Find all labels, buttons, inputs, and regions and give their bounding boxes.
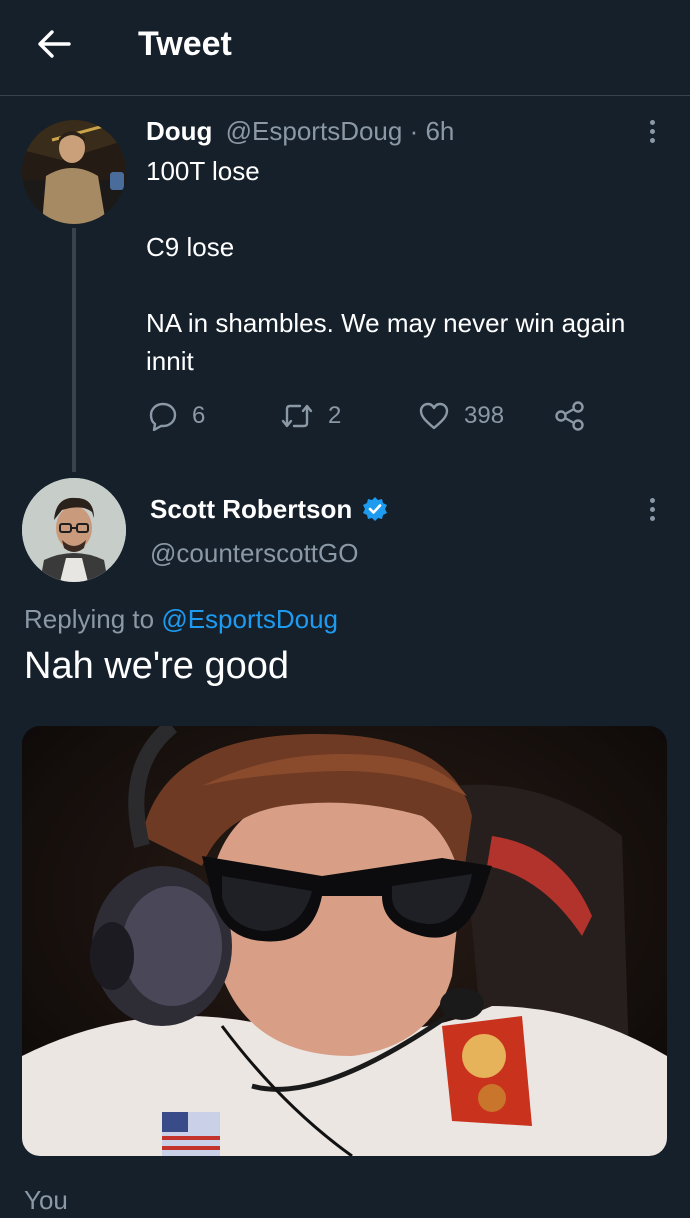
like-count: 398 [464, 402, 505, 429]
back-button[interactable] [30, 24, 78, 64]
retweet-icon [281, 404, 313, 428]
more-options-icon[interactable] [637, 113, 667, 149]
avatar-scott[interactable] [22, 478, 126, 582]
author-handle[interactable]: @EsportsDoug [226, 116, 403, 146]
replying-handle-link[interactable]: @EsportsDoug [161, 604, 338, 634]
timestamp[interactable]: 6h [425, 116, 454, 146]
retweet-button[interactable]: 2 [280, 396, 341, 436]
verified-badge-icon [362, 496, 388, 522]
replying-to: Replying to @EsportsDoug [24, 600, 338, 638]
reply-button[interactable]: 6 [148, 396, 205, 436]
reply-author-name-row: Scott Robertson [150, 491, 388, 527]
more-options-icon[interactable] [637, 491, 667, 527]
tweet-line: 100T lose [146, 156, 260, 186]
reply-body: Nah we're good [24, 645, 289, 687]
page-title: Tweet [138, 25, 232, 63]
separator-dot: · [402, 116, 426, 146]
reply-count: 6 [192, 402, 206, 429]
author-name[interactable]: Doug [146, 116, 212, 146]
tweet-media-image[interactable] [22, 726, 667, 1156]
retweet-count: 2 [328, 402, 342, 429]
reply-icon [149, 402, 177, 431]
tweet-line: NA in shambles. We may never win again i… [146, 308, 626, 376]
partial-label: You [24, 1185, 68, 1215]
arrow-left-icon [38, 30, 71, 58]
tweet-actions: 6 2 398 [146, 396, 606, 436]
avatar-doug[interactable] [22, 120, 126, 224]
author-handle[interactable]: @counterscottGO [150, 535, 358, 571]
replying-prefix: Replying to [24, 604, 162, 634]
heart-icon [419, 402, 449, 430]
tweet-author-line: Doug @EsportsDoug · 6h [146, 113, 454, 149]
thread-connector [72, 228, 76, 472]
share-button[interactable] [554, 396, 586, 436]
tweet-body: 100T lose C9 lose NA in shambles. We may… [146, 152, 676, 380]
share-icon [555, 401, 584, 431]
tweet-line: C9 lose [146, 232, 235, 262]
like-button[interactable]: 398 [418, 396, 504, 436]
top-bar: Tweet [0, 0, 690, 96]
author-name[interactable]: Scott Robertson [150, 491, 352, 527]
